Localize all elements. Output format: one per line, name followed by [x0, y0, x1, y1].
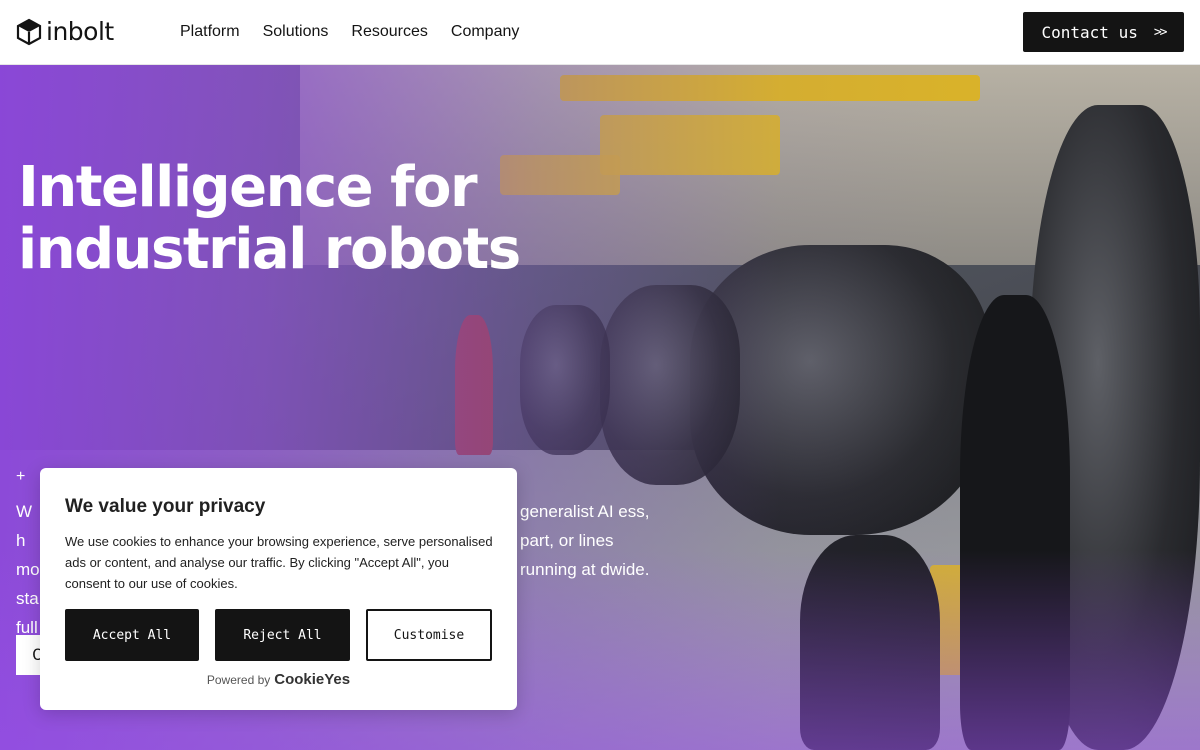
- plus-icon: +: [16, 468, 26, 485]
- contact-us-button[interactable]: Contact us >>: [1023, 12, 1184, 52]
- nav-resources[interactable]: Resources: [351, 23, 427, 41]
- hero-description-left: Wh mo sta full: [16, 502, 40, 637]
- powered-by: Powered by CookieYes: [40, 671, 517, 688]
- cookie-title: We value your privacy: [65, 496, 266, 517]
- cookie-consent-modal: We value your privacy We use cookies to …: [40, 468, 517, 710]
- hero-title: Intelligence for industrial robots: [18, 155, 521, 282]
- logo[interactable]: inbolt: [16, 17, 114, 46]
- nav-solutions[interactable]: Solutions: [263, 23, 329, 41]
- hexagon-logo-icon: [16, 18, 42, 45]
- double-chevron-right-icon: >>: [1153, 24, 1168, 40]
- cookieyes-logo[interactable]: CookieYes: [274, 671, 350, 688]
- contact-us-label: Contact us: [1041, 22, 1138, 42]
- nav-platform[interactable]: Platform: [180, 23, 240, 41]
- customise-button[interactable]: Customise: [366, 609, 492, 661]
- cookie-text: We use cookies to enhance your browsing …: [65, 534, 493, 591]
- powered-by-label: Powered by: [206, 673, 271, 687]
- hero-description-right: generalist AI ess, part, or lines runnin…: [520, 502, 650, 579]
- nav-company[interactable]: Company: [451, 23, 519, 41]
- logo-text: inbolt: [46, 17, 114, 46]
- main-nav: Platform Solutions Resources Company: [180, 23, 519, 41]
- site-header: inbolt Platform Solutions Resources Comp…: [0, 0, 1200, 65]
- accept-all-button[interactable]: Accept All: [65, 609, 199, 661]
- reject-all-button[interactable]: Reject All: [215, 609, 350, 661]
